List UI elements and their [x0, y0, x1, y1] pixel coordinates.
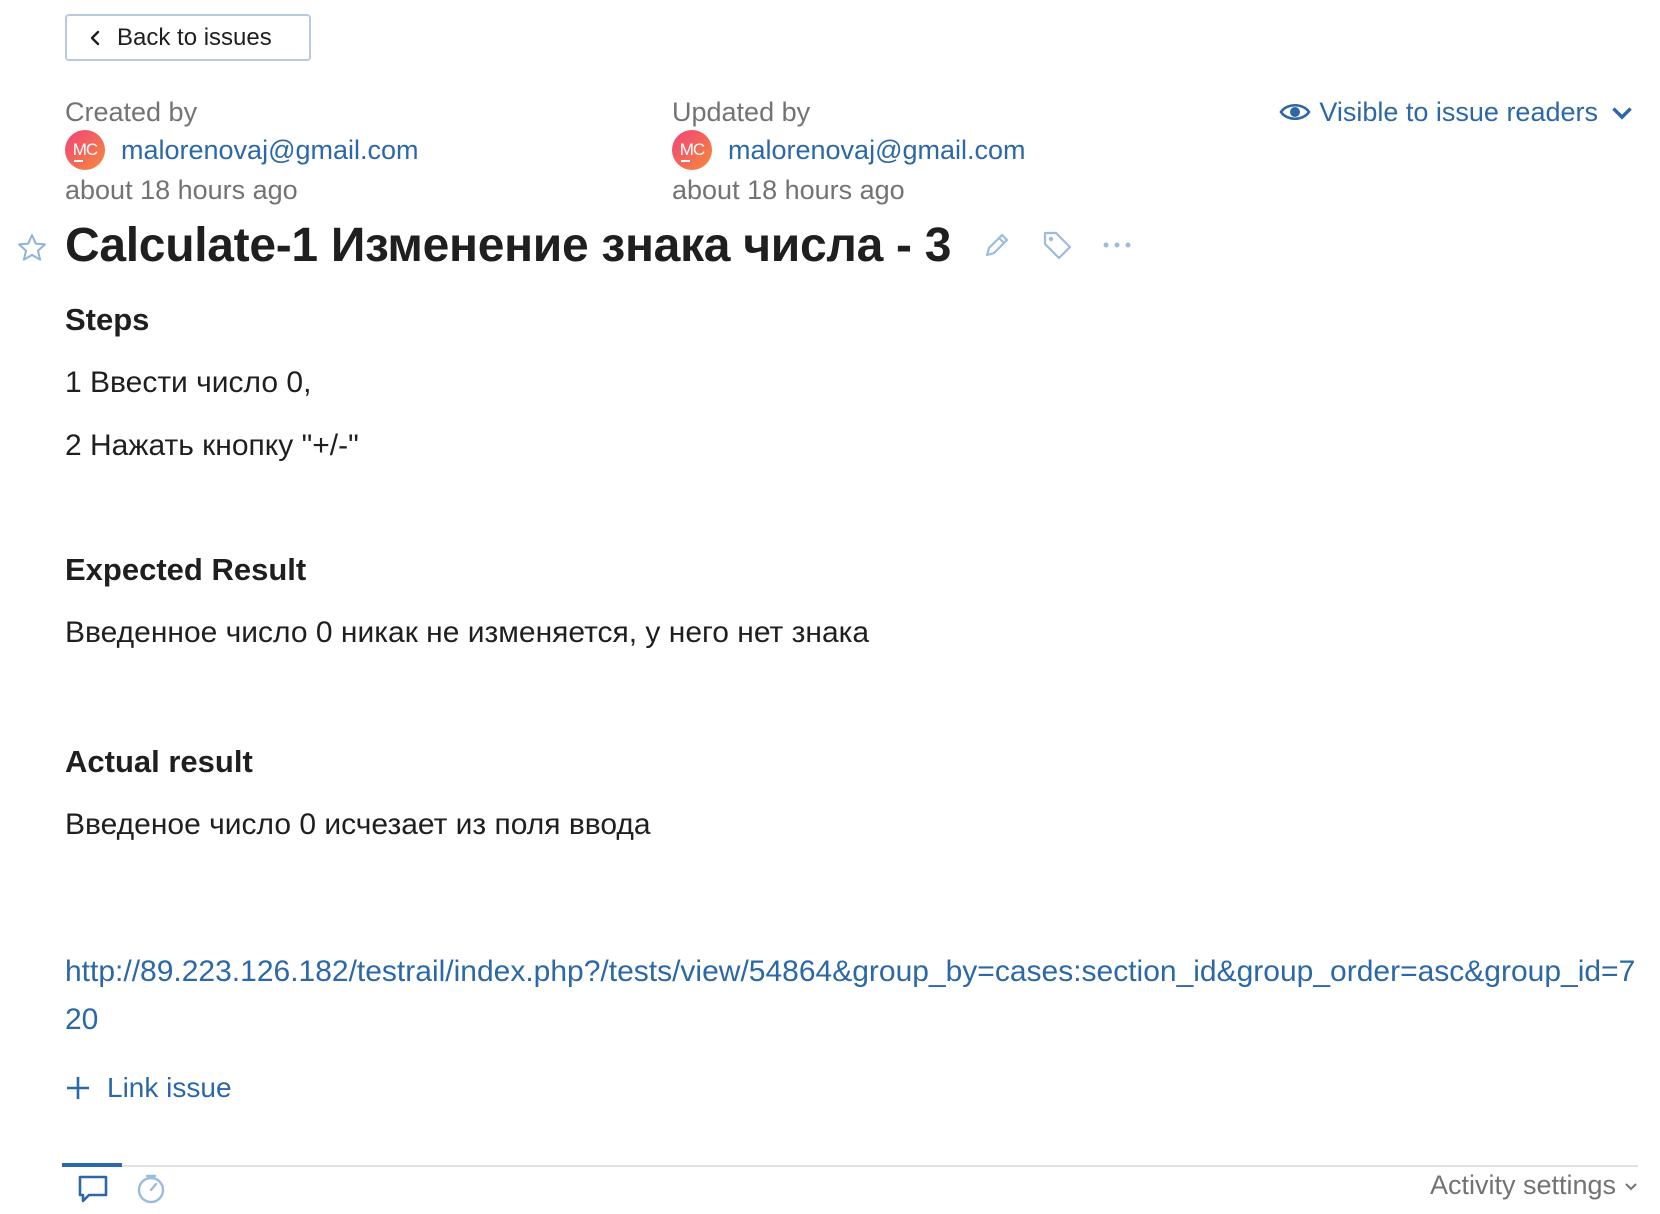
- created-time: about 18 hours ago: [65, 175, 298, 205]
- steps-heading: Steps: [65, 302, 150, 337]
- tag-icon[interactable]: [1041, 229, 1073, 261]
- updated-time: about 18 hours ago: [672, 175, 905, 205]
- link-issue-button[interactable]: Link issue: [65, 1072, 232, 1104]
- updated-by-label: Updated by: [672, 97, 811, 127]
- actual-text: Введеное число 0 исчезает из поля ввода: [65, 808, 651, 841]
- chevron-down-icon: [1625, 1182, 1637, 1190]
- chevron-left-icon: [90, 30, 100, 45]
- creator-email-link[interactable]: malorenovaj@gmail.com: [121, 135, 419, 166]
- visibility-dropdown[interactable]: Visible to issue readers: [1279, 94, 1638, 130]
- visibility-label: Visible to issue readers: [1319, 96, 1598, 127]
- updater-email-link[interactable]: malorenovaj@gmail.com: [728, 135, 1026, 166]
- creator-avatar[interactable]: MC: [65, 130, 105, 170]
- history-icon[interactable]: [134, 1172, 168, 1206]
- created-by-label: Created by: [65, 97, 198, 127]
- star-icon[interactable]: [16, 232, 48, 264]
- eye-icon: [1279, 103, 1311, 121]
- updater-avatar[interactable]: MC: [672, 130, 712, 170]
- active-tab-indicator: [62, 1163, 122, 1167]
- expected-heading: Expected Result: [65, 552, 307, 587]
- testrail-link[interactable]: http://89.223.126.182/testrail/index.php…: [65, 948, 1645, 1044]
- creator-avatar-initials: MC: [72, 140, 98, 159]
- issue-title-row: Calculate-1 Изменение знака числа - 3: [65, 214, 1133, 276]
- activity-divider: [62, 1165, 1638, 1167]
- chevron-down-icon: [1612, 107, 1632, 120]
- issue-title: Calculate-1 Изменение знака числа - 3: [65, 218, 952, 272]
- comments-icon[interactable]: [76, 1172, 110, 1206]
- updater-avatar-initials: MC: [679, 140, 705, 159]
- plus-icon: [67, 1077, 89, 1099]
- back-to-issues-button[interactable]: Back to issues: [65, 14, 311, 61]
- pencil-icon[interactable]: [981, 229, 1013, 261]
- activity-settings-dropdown[interactable]: Activity settings: [1430, 1170, 1638, 1201]
- back-to-issues-label: Back to issues: [117, 23, 272, 51]
- updated-by-block: Updated by MC malorenovaj@gmail.com abou…: [672, 94, 1026, 210]
- expected-text: Введенное число 0 никак не изменяется, у…: [65, 616, 870, 649]
- step-1: 1 Ввести число 0,: [65, 366, 312, 399]
- more-icon[interactable]: [1101, 229, 1133, 261]
- link-issue-label: Link issue: [107, 1072, 232, 1103]
- step-2: 2 Нажать кнопку "+/-": [65, 429, 359, 462]
- created-by-block: Created by MC malorenovaj@gmail.com abou…: [65, 94, 419, 210]
- activity-settings-label: Activity settings: [1429, 1170, 1616, 1200]
- actual-heading: Actual result: [65, 744, 253, 779]
